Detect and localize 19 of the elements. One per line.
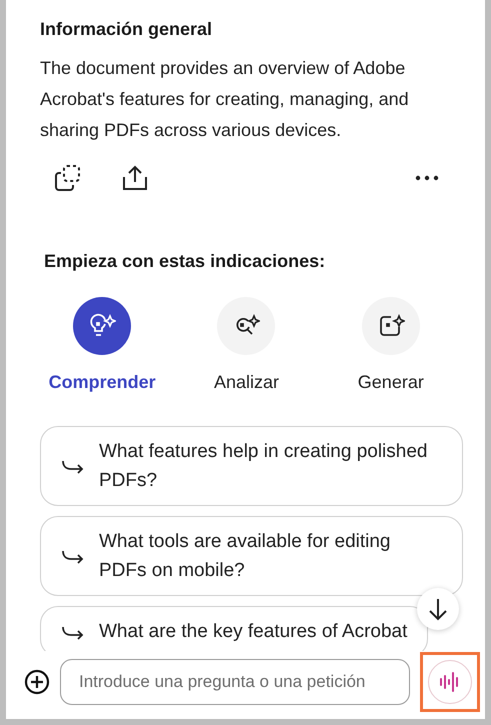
suggestion-chip[interactable]: What tools are available for editing PDFs on mobile? bbox=[40, 516, 463, 596]
suggestion-chip[interactable]: What features help in creating polished PDFs? bbox=[40, 426, 463, 506]
summary-text: The document provides an overview of Adobe Acrobat's features for creating, managing, and sharing PDFs across various devices. bbox=[40, 57, 410, 142]
voice-button[interactable] bbox=[428, 660, 472, 704]
section-heading: Empieza con estas indicaciones: bbox=[44, 250, 326, 273]
return-arrow-icon bbox=[61, 458, 85, 474]
waveform-icon bbox=[439, 672, 461, 692]
down-arrow-icon bbox=[428, 597, 448, 621]
section-title: Información general bbox=[40, 18, 214, 41]
add-icon[interactable] bbox=[24, 669, 50, 695]
prompt-input[interactable]: Introduce una pregunta o una petición bbox=[60, 659, 410, 705]
suggestion-chip[interactable]: What are the key features of Acrobat bbox=[40, 606, 428, 651]
share-icon[interactable] bbox=[122, 165, 148, 191]
copy-icon[interactable] bbox=[54, 164, 82, 192]
return-arrow-icon bbox=[61, 548, 85, 564]
category-button[interactable]: Analizar bbox=[174, 297, 319, 396]
category-button[interactable]: Generar bbox=[318, 297, 463, 396]
more-icon[interactable] bbox=[415, 175, 439, 181]
category-button[interactable]: Comprender bbox=[30, 297, 174, 396]
